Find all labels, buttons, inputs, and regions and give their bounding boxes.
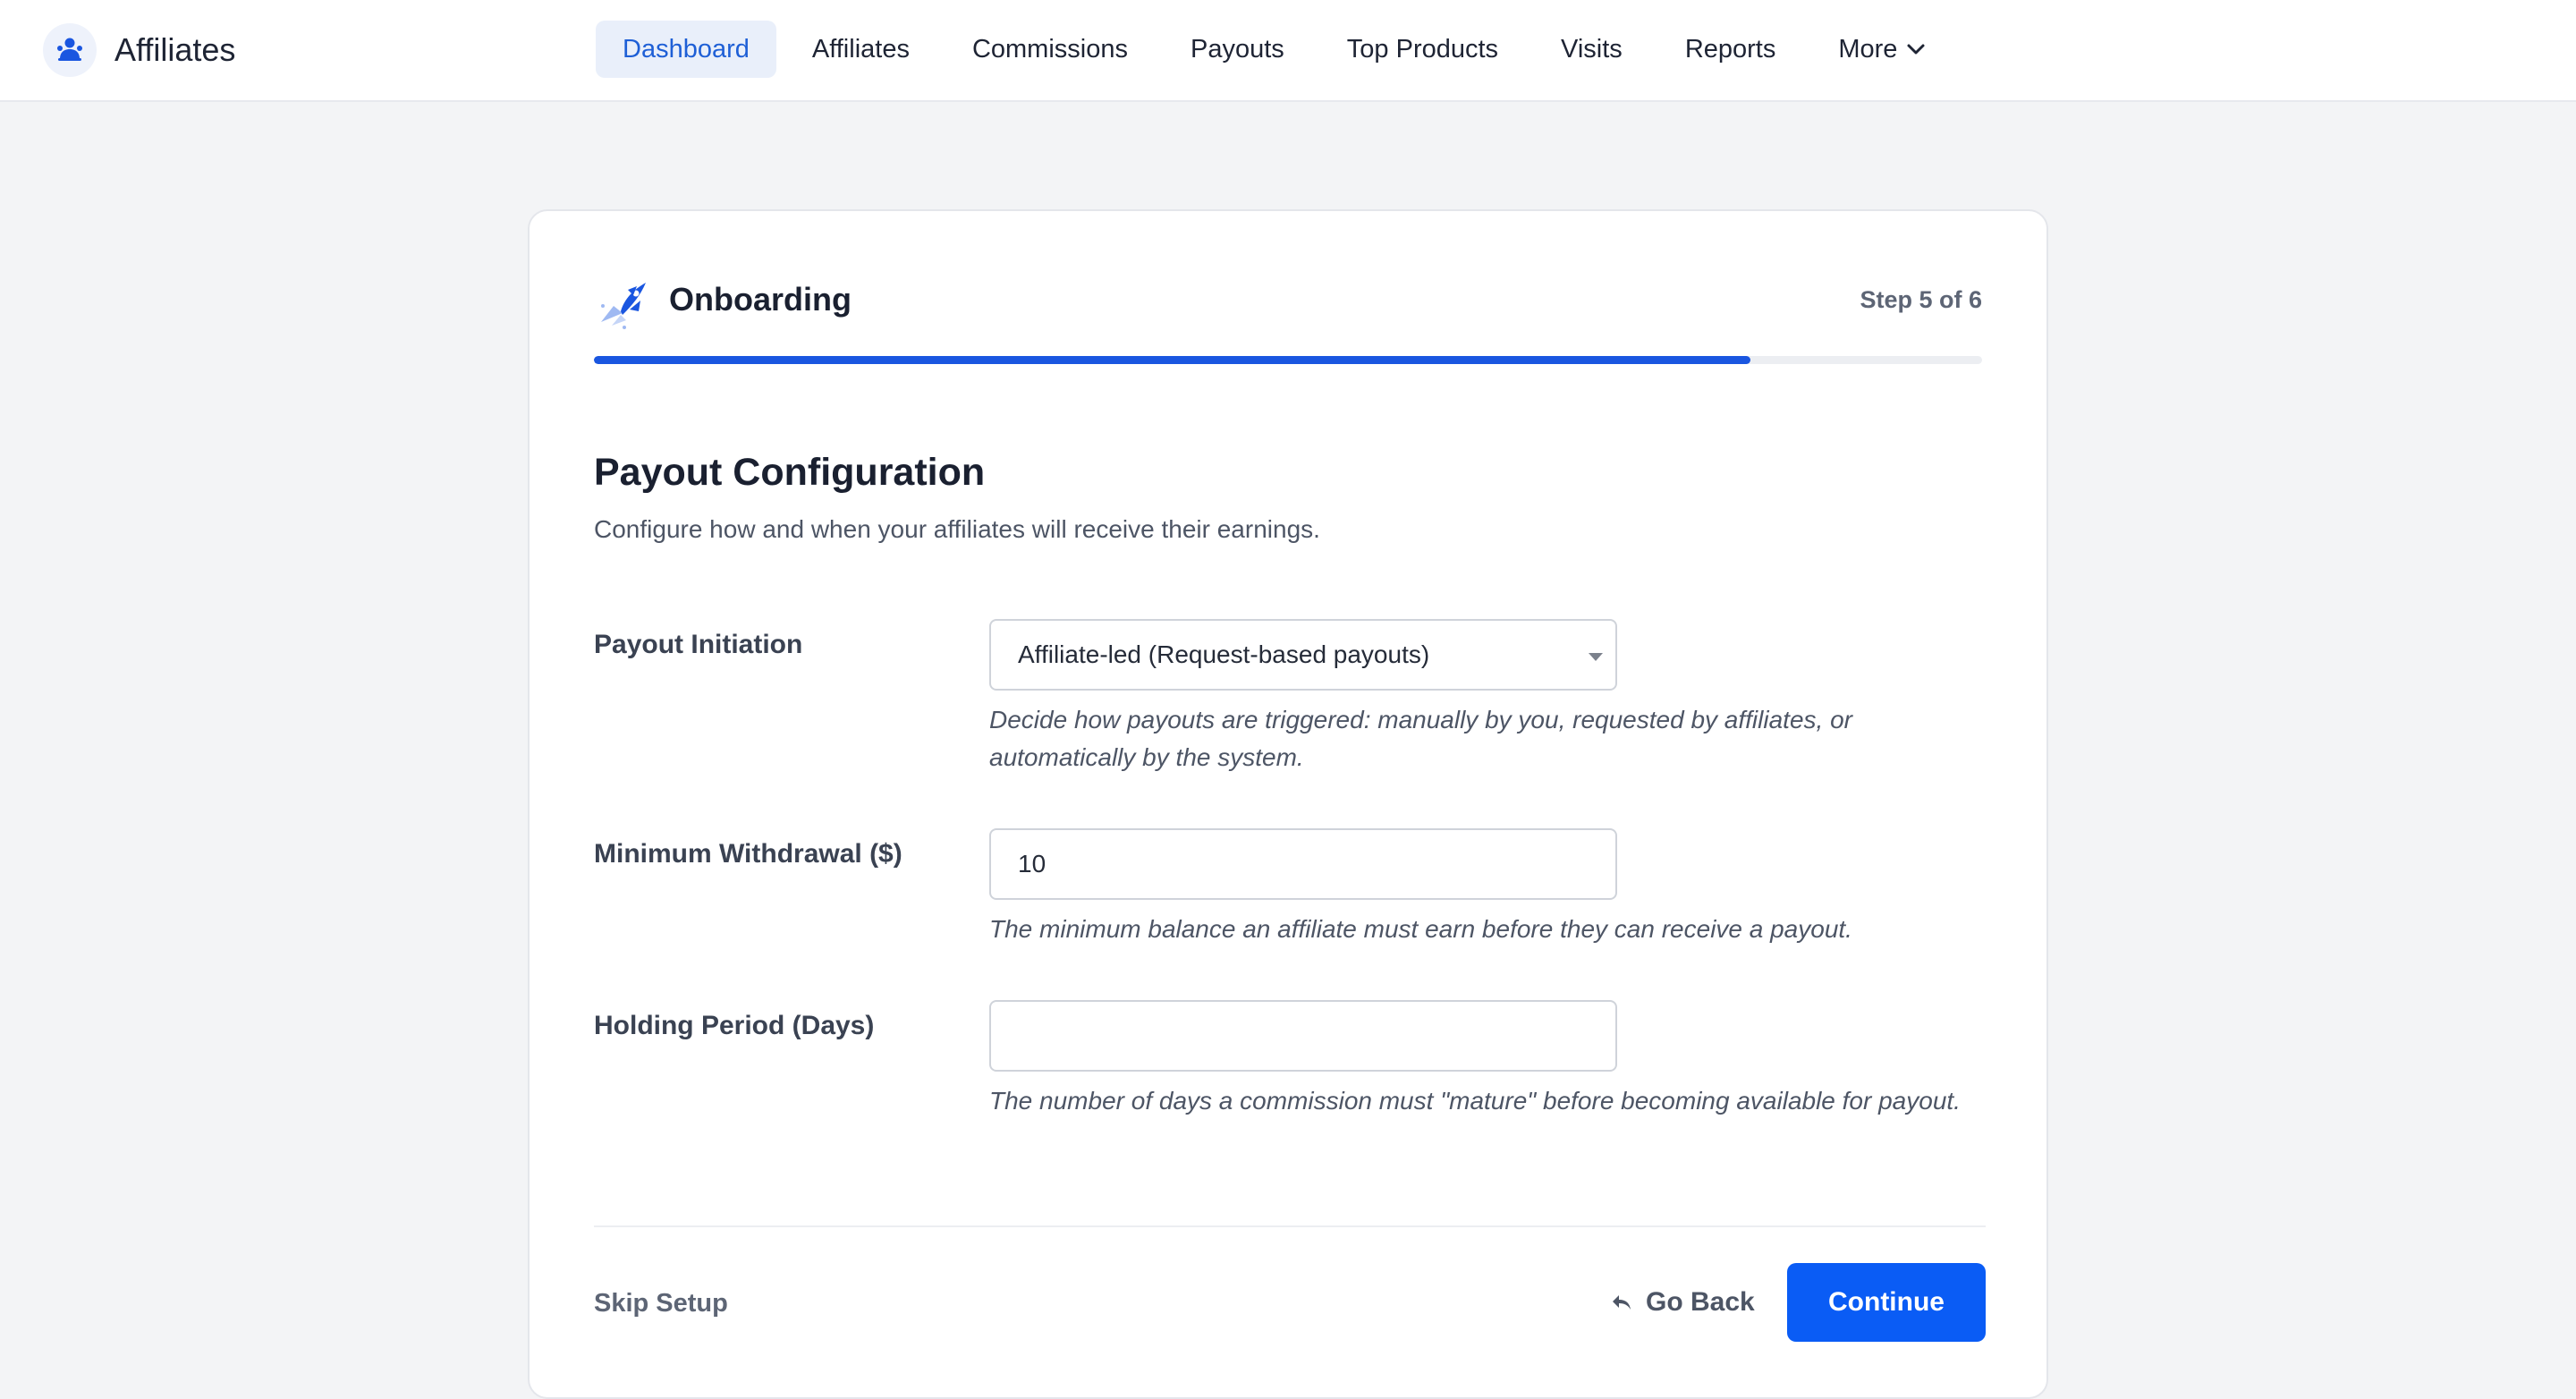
top-navbar: Affiliates Dashboard Affiliates Commissi… xyxy=(0,0,2576,102)
nav-more-label: More xyxy=(1838,34,1898,64)
nav-dashboard[interactable]: Dashboard xyxy=(596,21,776,78)
main-nav: Dashboard Affiliates Commissions Payouts… xyxy=(596,21,1962,78)
skip-setup-link[interactable]: Skip Setup xyxy=(594,1289,728,1318)
section-subtitle: Configure how and when your affiliates w… xyxy=(594,515,1320,543)
go-back-label: Go Back xyxy=(1646,1287,1755,1317)
onboarding-progress-bar xyxy=(594,356,1982,364)
progress-fill xyxy=(594,356,1750,364)
go-back-button[interactable]: Go Back xyxy=(1610,1279,1755,1326)
nav-more[interactable]: More xyxy=(1811,21,1953,78)
footer-divider xyxy=(594,1225,1986,1227)
nav-reports-label: Reports xyxy=(1684,34,1776,64)
holding-period-help: The number of days a commission must "ma… xyxy=(989,1087,1961,1115)
minimum-withdrawal-help: The minimum balance an affiliate must ea… xyxy=(989,915,1852,943)
chevron-down-icon xyxy=(1906,43,1926,55)
nav-payouts-label: Payouts xyxy=(1190,34,1284,64)
payout-initiation-help: Decide how payouts are triggered: manual… xyxy=(989,706,1852,771)
minimum-withdrawal-input[interactable] xyxy=(989,828,1617,900)
nav-affiliates-label: Affiliates xyxy=(811,34,910,64)
holding-period-input[interactable] xyxy=(989,1000,1617,1072)
minimum-withdrawal-label: Minimum Withdrawal ($) xyxy=(594,839,902,869)
brand-name: Affiliates xyxy=(114,31,236,68)
nav-top-products-label: Top Products xyxy=(1346,34,1499,64)
payout-initiation-select[interactable]: Affiliate-led (Request-based payouts) xyxy=(989,619,1617,691)
nav-dashboard-label: Dashboard xyxy=(623,34,750,64)
brand[interactable]: Affiliates xyxy=(43,21,235,79)
reply-arrow-icon xyxy=(1610,1293,1633,1312)
continue-button[interactable]: Continue xyxy=(1787,1263,1986,1342)
onboarding-title: Onboarding xyxy=(669,281,852,318)
nav-top-products[interactable]: Top Products xyxy=(1320,21,1525,78)
nav-affiliates[interactable]: Affiliates xyxy=(785,21,936,78)
nav-commissions-label: Commissions xyxy=(971,34,1128,64)
nav-commissions[interactable]: Commissions xyxy=(945,21,1155,78)
payout-initiation-label: Payout Initiation xyxy=(594,630,803,659)
nav-visits-label: Visits xyxy=(1561,34,1623,64)
select-caret-icon xyxy=(1589,653,1603,661)
affiliates-logo-icon xyxy=(43,23,97,77)
section-title: Payout Configuration xyxy=(594,451,986,494)
holding-period-label: Holding Period (Days) xyxy=(594,1011,875,1040)
nav-payouts[interactable]: Payouts xyxy=(1164,21,1311,78)
nav-visits[interactable]: Visits xyxy=(1534,21,1649,78)
nav-reports[interactable]: Reports xyxy=(1658,21,1803,78)
rocket-icon xyxy=(594,279,649,331)
step-indicator: Step 5 of 6 xyxy=(1860,286,1982,313)
payout-initiation-value: Affiliate-led (Request-based payouts) xyxy=(1018,640,1430,668)
onboarding-card: Onboarding Step 5 of 6 Payout Configurat… xyxy=(528,209,2048,1399)
